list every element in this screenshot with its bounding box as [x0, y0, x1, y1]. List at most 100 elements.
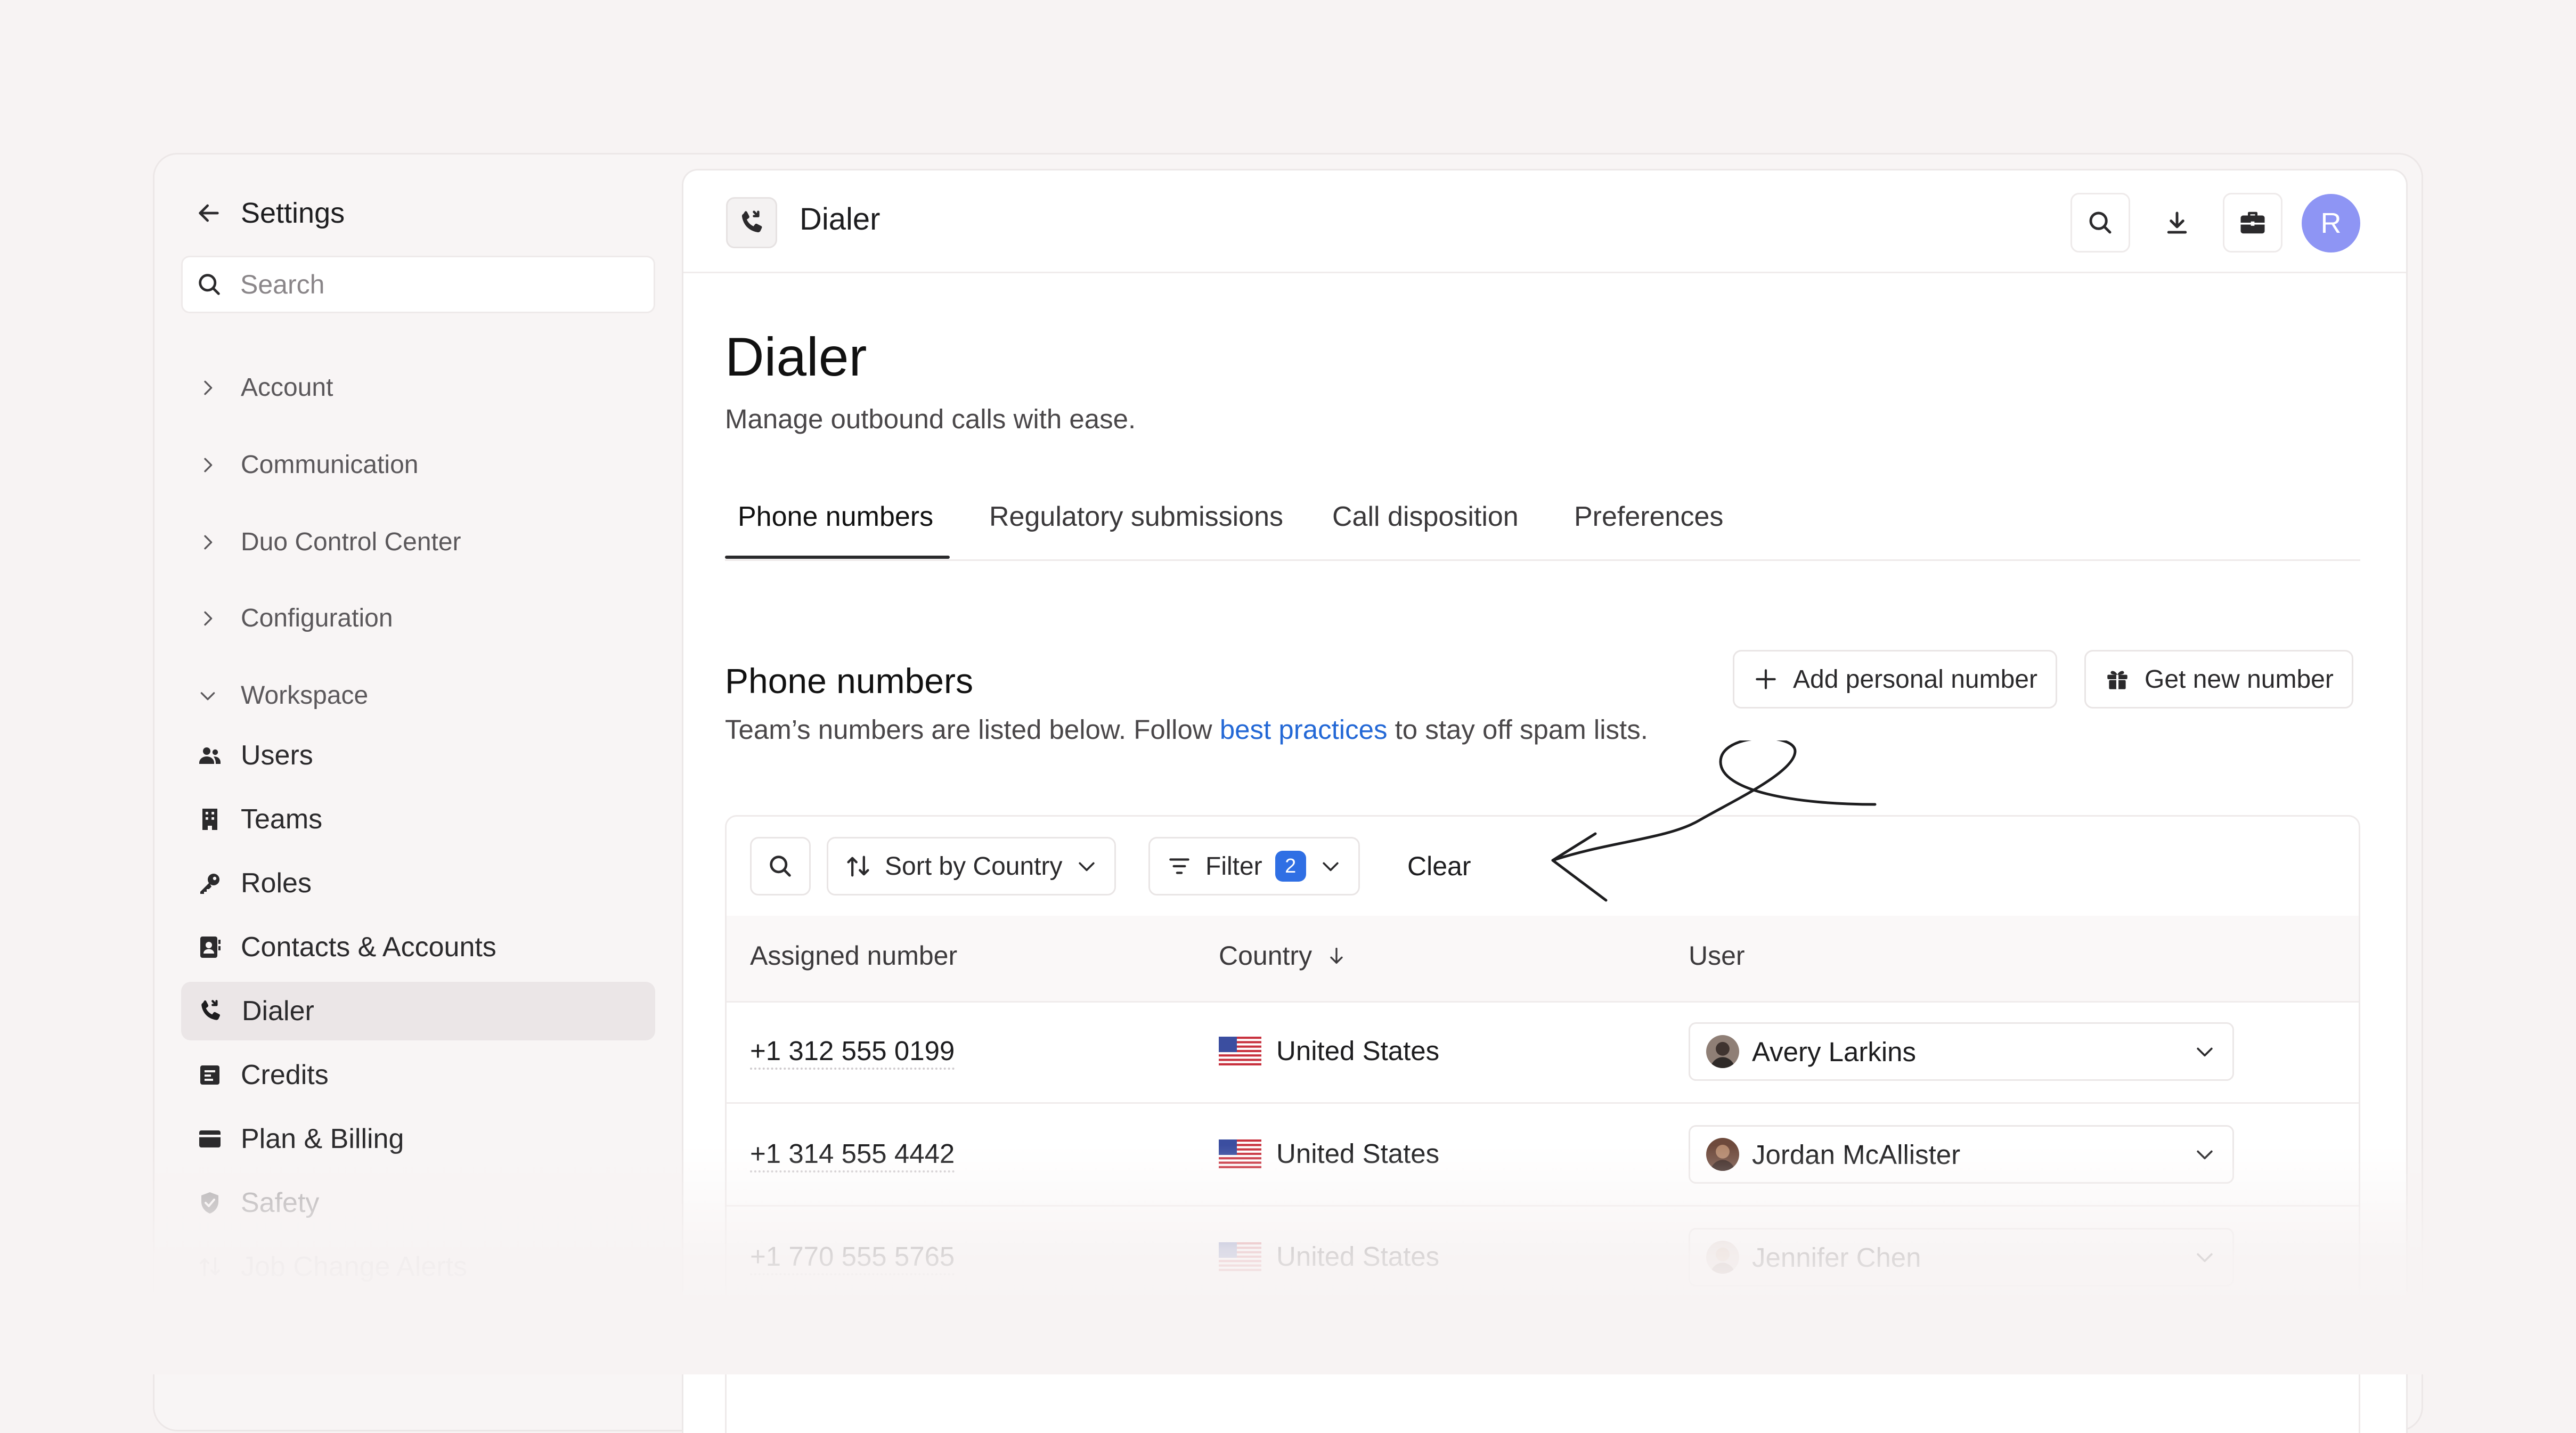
table-header: Assigned number Country User: [727, 916, 2359, 1003]
phone-numbers-table: Sort by Country Filter 2 Clear Assigned …: [725, 815, 2360, 1433]
user-avatar: [1706, 1035, 1739, 1068]
chevron-right-icon: [197, 608, 218, 629]
shield-check-icon: [197, 1190, 223, 1216]
add-personal-number-button[interactable]: Add personal number: [1733, 650, 2057, 709]
user-select[interactable]: Jennifer Chen: [1689, 1228, 2234, 1287]
sidebar-search[interactable]: [181, 256, 655, 313]
sidebar-group-duo-control-center[interactable]: Duo Control Center: [197, 527, 461, 557]
chevron-right-icon: [197, 532, 218, 553]
sidebar-item-label: Users: [241, 740, 313, 771]
table-toolbar: Sort by Country Filter 2 Clear: [727, 817, 2359, 917]
sort-arrows-icon: [844, 852, 872, 880]
sidebar-item-label: Plan & Billing: [241, 1123, 404, 1154]
sidebar-group-label: Communication: [241, 451, 419, 479]
assigned-number[interactable]: +1 312 555 0199: [750, 1035, 955, 1070]
wallet-icon: [197, 1126, 223, 1152]
sidebar-item-teams[interactable]: Teams: [181, 790, 655, 849]
sidebar-item-roles[interactable]: Roles: [181, 854, 655, 913]
tab-phone-numbers[interactable]: Phone numbers: [738, 501, 933, 533]
user-select[interactable]: Jordan McAllister: [1689, 1125, 2234, 1184]
sidebar-item-label: Safety: [241, 1187, 320, 1218]
country-cell: United States: [1219, 1241, 1439, 1272]
search-input[interactable]: [239, 268, 614, 300]
sidebar-group-account[interactable]: Account: [197, 373, 333, 402]
page-subtitle: Manage outbound calls with ease.: [725, 404, 1136, 434]
briefcase-button[interactable]: [2223, 193, 2282, 253]
tab-regulatory-submissions[interactable]: Regulatory submissions: [989, 501, 1283, 533]
column-label: User: [1689, 941, 1745, 971]
table-row: +1 770 555 5765 United States Jennifer C…: [727, 1207, 2359, 1309]
plus-icon: [1752, 666, 1779, 693]
sidebar-item-job-change-alerts[interactable]: Job Change Alerts: [181, 1237, 655, 1296]
us-flag-icon: [1219, 1139, 1261, 1168]
contact-card-icon: [197, 934, 223, 960]
user-avatar[interactable]: R: [2302, 194, 2360, 253]
tab-call-disposition[interactable]: Call disposition: [1332, 501, 1519, 533]
sidebar-group-workspace[interactable]: Workspace: [197, 681, 368, 710]
arrows-swap-icon: [197, 1254, 223, 1280]
users-icon: [197, 743, 223, 768]
country-name: United States: [1276, 1138, 1440, 1169]
sidebar-group-communication[interactable]: Communication: [197, 450, 418, 479]
table-search-button[interactable]: [750, 837, 811, 895]
active-tab-indicator: [725, 556, 950, 559]
sidebar-item-label: Job Change Alerts: [241, 1251, 467, 1282]
topbar-title: Dialer: [800, 202, 881, 237]
arrow-left-icon[interactable]: [194, 198, 224, 228]
section-description: Team’s numbers are listed below. Follow …: [725, 714, 1648, 745]
country-name: United States: [1276, 1241, 1440, 1272]
country-name: United States: [1276, 1036, 1440, 1066]
sidebar-item-label: Contacts & Accounts: [241, 932, 496, 963]
chevron-right-icon: [197, 454, 218, 476]
table-row: +1 314 555 4442 United States Jordan McA…: [727, 1104, 2359, 1207]
sidebar-title: Settings: [241, 197, 345, 229]
sidebar-group-label: Account: [241, 373, 333, 402]
dialer-app-icon: [726, 197, 777, 248]
filter-button[interactable]: Filter 2: [1148, 837, 1360, 895]
search-button[interactable]: [2070, 193, 2130, 253]
sidebar-group-label: Duo Control Center: [241, 528, 461, 556]
download-button[interactable]: [2147, 193, 2207, 253]
button-label: Get new number: [2145, 665, 2334, 694]
page-title: Dialer: [725, 327, 867, 387]
arrow-down-icon: [1326, 945, 1347, 966]
column-country[interactable]: Country: [1219, 940, 1347, 971]
chevron-down-icon: [1075, 854, 1098, 878]
column-user[interactable]: User: [1689, 940, 1745, 971]
assigned-number[interactable]: +1 770 555 5765: [750, 1241, 955, 1275]
get-new-number-button[interactable]: Get new number: [2084, 650, 2353, 709]
assigned-number[interactable]: +1 314 555 4442: [750, 1138, 955, 1173]
section-description-text: Team’s numbers are listed below. Follow: [725, 714, 1220, 745]
chevron-down-icon: [2193, 1040, 2216, 1063]
sidebar-item-label: Credits: [241, 1060, 329, 1090]
column-assigned-number[interactable]: Assigned number: [750, 940, 957, 971]
sidebar-item-label: Teams: [241, 804, 323, 835]
phone-call-icon: [741, 210, 762, 233]
sidebar-header[interactable]: Settings: [194, 186, 345, 240]
sort-label: Sort by Country: [885, 852, 1063, 881]
sidebar-item-users[interactable]: Users: [181, 726, 655, 785]
us-flag-icon: [1219, 1036, 1261, 1065]
chevron-down-icon: [2193, 1245, 2216, 1269]
tab-preferences[interactable]: Preferences: [1574, 501, 1723, 533]
sidebar-item-credits[interactable]: Credits: [181, 1046, 655, 1104]
sidebar-item-safety[interactable]: Safety: [181, 1174, 655, 1232]
sidebar-item-dialer[interactable]: Dialer: [181, 982, 655, 1040]
building-icon: [197, 807, 223, 832]
best-practices-link[interactable]: best practices: [1220, 714, 1388, 745]
sidebar-group-configuration[interactable]: Configuration: [197, 604, 393, 633]
sort-by-country-button[interactable]: Sort by Country: [827, 837, 1116, 895]
column-label: Assigned number: [750, 941, 958, 971]
sidebar-item-plan-billing[interactable]: Plan & Billing: [181, 1110, 655, 1168]
sidebar-group-label: Configuration: [241, 604, 393, 632]
chevron-right-icon: [197, 377, 218, 398]
sidebar-item-label: Roles: [241, 868, 312, 899]
clear-filters-button[interactable]: Clear: [1407, 851, 1471, 882]
annotation-arrow-icon: [1551, 740, 1877, 902]
key-icon: [197, 870, 223, 896]
user-select[interactable]: Avery Larkins: [1689, 1022, 2234, 1081]
user-avatar: [1706, 1138, 1739, 1171]
sidebar-item-contacts-accounts[interactable]: Contacts & Accounts: [181, 918, 655, 976]
settings-window: Settings Account Communication Duo Contr…: [153, 153, 2423, 1433]
filter-icon: [1166, 853, 1193, 880]
